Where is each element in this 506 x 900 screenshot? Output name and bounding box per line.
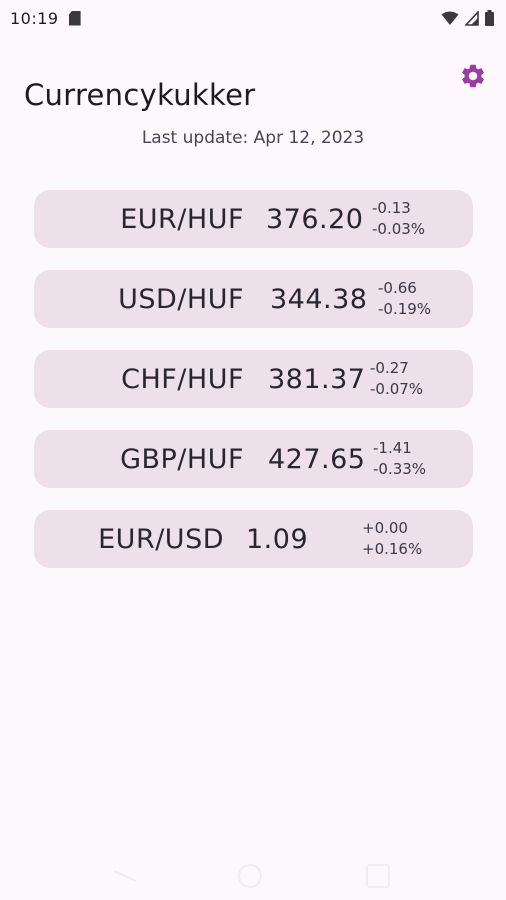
rate-change: +0.00 +0.16% bbox=[362, 518, 422, 560]
rate-list: EUR/HUF 376.20 -0.13 -0.03% USD/HUF 344.… bbox=[34, 190, 473, 590]
gear-icon bbox=[459, 62, 487, 94]
rate-change-absolute: -1.41 bbox=[373, 439, 412, 457]
rate-change-absolute: -0.27 bbox=[370, 359, 409, 377]
rate-change-absolute: +0.00 bbox=[362, 519, 408, 537]
rate-value: 1.09 bbox=[246, 523, 309, 555]
rate-change-percent: -0.07% bbox=[370, 380, 424, 398]
rate-value: 344.38 bbox=[270, 283, 368, 315]
rate-value: 376.20 bbox=[266, 203, 364, 235]
back-icon[interactable] bbox=[112, 868, 138, 882]
home-icon[interactable] bbox=[238, 864, 262, 888]
rate-change: -0.66 -0.19% bbox=[378, 278, 431, 320]
settings-button[interactable] bbox=[458, 63, 488, 93]
rate-change: -0.13 -0.03% bbox=[372, 198, 425, 240]
recents-icon[interactable] bbox=[366, 864, 390, 888]
app-title: Currencykukker bbox=[24, 78, 256, 113]
rate-change-percent: -0.19% bbox=[378, 300, 432, 318]
rate-pair: GBP/HUF bbox=[120, 443, 244, 475]
rate-card-eur-usd[interactable]: EUR/USD 1.09 +0.00 +0.16% bbox=[34, 510, 473, 568]
app-header: Currencykukker bbox=[0, 55, 506, 112]
status-right bbox=[441, 10, 494, 26]
battery-icon bbox=[485, 10, 494, 26]
rate-change-percent: +0.16% bbox=[362, 540, 423, 558]
navigation-bar bbox=[0, 848, 506, 900]
rate-pair: EUR/USD bbox=[98, 523, 224, 555]
rate-change-absolute: -0.66 bbox=[378, 279, 417, 297]
rate-change-percent: -0.33% bbox=[373, 460, 427, 478]
status-left: 10:19 bbox=[10, 9, 81, 28]
rate-card-gbp-huf[interactable]: GBP/HUF 427.65 -1.41 -0.33% bbox=[34, 430, 473, 488]
wifi-icon bbox=[441, 11, 459, 26]
rate-pair: USD/HUF bbox=[118, 283, 244, 315]
status-bar: 10:19 bbox=[0, 0, 506, 36]
status-time: 10:19 bbox=[10, 8, 59, 28]
rate-pair: EUR/HUF bbox=[120, 203, 244, 235]
rate-change: -0.27 -0.07% bbox=[370, 358, 423, 400]
rate-value: 427.65 bbox=[268, 443, 366, 475]
signal-icon bbox=[465, 10, 479, 26]
rate-change-percent: -0.03% bbox=[372, 220, 426, 238]
rate-value: 381.37 bbox=[268, 363, 366, 395]
rate-card-chf-huf[interactable]: CHF/HUF 381.37 -0.27 -0.07% bbox=[34, 350, 473, 408]
sim-card-icon bbox=[68, 10, 81, 26]
rate-card-usd-huf[interactable]: USD/HUF 344.38 -0.66 -0.19% bbox=[34, 270, 473, 328]
last-update-text: Last update: Apr 12, 2023 bbox=[141, 128, 365, 148]
rate-pair: CHF/HUF bbox=[121, 363, 244, 395]
rate-change: -1.41 -0.33% bbox=[373, 438, 426, 480]
rate-card-eur-huf[interactable]: EUR/HUF 376.20 -0.13 -0.03% bbox=[34, 190, 473, 248]
rate-change-absolute: -0.13 bbox=[372, 199, 411, 217]
